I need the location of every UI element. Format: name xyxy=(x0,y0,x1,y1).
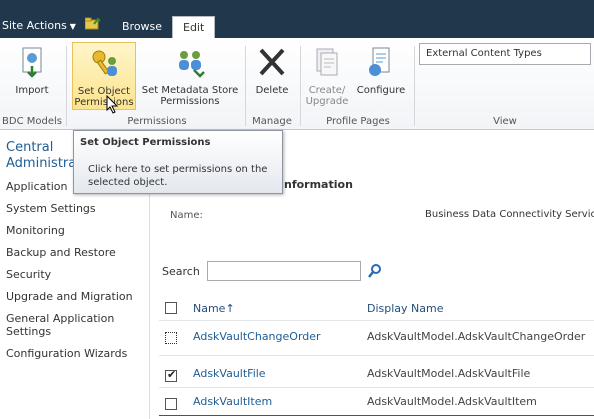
row-checkbox[interactable] xyxy=(165,398,177,410)
nav-item-backup-restore[interactable]: Backup and Restore xyxy=(6,246,116,259)
set-object-permissions-label-line1: Set Object xyxy=(77,86,131,97)
configure-label: Configure xyxy=(356,85,406,96)
row-divider xyxy=(159,320,594,321)
row-name-link[interactable]: AdskVaultItem xyxy=(193,395,272,408)
tooltip-body: Click here to set permissions on the sel… xyxy=(88,164,268,188)
group-label-profile-pages: Profile Pages xyxy=(326,116,390,127)
row-name-link[interactable]: AdskVaultChangeOrder xyxy=(193,330,321,343)
group-divider xyxy=(245,46,246,126)
nav-item-upgrade-migration[interactable]: Upgrade and Migration xyxy=(6,290,133,303)
import-label: Import xyxy=(15,85,49,96)
row-checkbox[interactable] xyxy=(165,368,177,382)
key-users-icon xyxy=(92,50,117,76)
site-actions-label: Site Actions xyxy=(2,19,67,32)
group-label-view: View xyxy=(493,116,517,127)
row-display-name: AdskVaultModel.AdskVaultChangeOrder xyxy=(367,330,586,343)
create-upgrade-button[interactable]: Create/ Upgrade xyxy=(304,42,350,110)
column-header-display-name[interactable]: Display Name xyxy=(367,302,444,315)
central-admin-line1: Central xyxy=(6,140,54,155)
nav-item-monitoring[interactable]: Monitoring xyxy=(6,224,65,237)
search-label: Search xyxy=(162,265,200,278)
search-icon[interactable] xyxy=(367,263,383,279)
chevron-down-icon: ▼ xyxy=(69,22,76,31)
top-bar: Site Actions ▼ Browse Edit xyxy=(0,0,594,38)
group-divider xyxy=(414,46,415,126)
sort-ascending-icon: ↑ xyxy=(225,302,235,315)
tab-edit[interactable]: Edit xyxy=(172,16,216,38)
nav-item-configuration-wizards[interactable]: Configuration Wizards xyxy=(6,347,127,360)
nav-item-system-settings[interactable]: System Settings xyxy=(6,202,96,215)
set-metadata-store-permissions-label-line2: Permissions xyxy=(160,96,220,107)
row-divider xyxy=(159,415,594,416)
create-upgrade-label-line1: Create/ xyxy=(308,85,346,96)
view-select-value: External Content Types xyxy=(426,48,542,59)
view-select[interactable]: External Content Types xyxy=(419,43,591,65)
row-divider xyxy=(159,355,594,356)
mouse-pointer-icon xyxy=(106,95,119,114)
users-store-icon xyxy=(179,51,205,78)
name-value: Business Data Connectivity Service xyxy=(425,209,594,220)
central-admin-line2: Administra xyxy=(6,156,77,171)
configure-button[interactable]: Configure xyxy=(352,42,410,110)
navigate-up-icon[interactable] xyxy=(85,16,101,30)
set-metadata-store-permissions-button[interactable]: Set Metadata Store Permissions xyxy=(140,42,240,110)
delete-button[interactable]: Delete xyxy=(250,42,294,110)
create-upgrade-icon xyxy=(316,48,338,76)
column-header-name-label: Name xyxy=(193,302,226,315)
name-label: Name: xyxy=(170,210,203,221)
row-display-name: AdskVaultModel.AdskVaultItem xyxy=(367,395,537,408)
group-divider xyxy=(66,46,67,126)
site-actions-menu[interactable]: Site Actions ▼ xyxy=(2,19,76,32)
tooltip-title: Set Object Permissions xyxy=(80,137,211,148)
row-divider xyxy=(159,387,594,388)
import-icon xyxy=(22,47,42,78)
group-label-bdc-models: BDC Models xyxy=(2,116,62,127)
set-object-permissions-button[interactable]: Set Object Permissions xyxy=(72,42,136,110)
delete-label: Delete xyxy=(255,85,289,96)
import-button[interactable]: Import xyxy=(8,42,56,110)
row-name-link[interactable]: AdskVaultFile xyxy=(193,367,266,380)
nav-item-security[interactable]: Security xyxy=(6,268,51,281)
configure-icon xyxy=(369,47,390,76)
nav-item-application[interactable]: Application xyxy=(6,180,67,193)
create-upgrade-label-line2: Upgrade xyxy=(305,96,349,107)
section-title: nformation xyxy=(284,178,353,191)
group-label-manage: Manage xyxy=(252,116,292,127)
group-label-permissions: Permissions xyxy=(127,116,187,127)
row-checkbox[interactable] xyxy=(165,332,177,344)
central-admin-link[interactable]: Central Administra xyxy=(6,140,76,172)
set-metadata-store-permissions-label-line1: Set Metadata Store xyxy=(141,85,239,96)
nav-item-general-application-settings[interactable]: General Application Settings xyxy=(6,312,146,338)
tab-browse[interactable]: Browse xyxy=(112,16,172,38)
set-object-permissions-label-line2: Permissions xyxy=(74,97,134,108)
delete-x-icon xyxy=(259,48,285,76)
group-divider xyxy=(300,46,301,126)
row-display-name: AdskVaultModel.AdskVaultFile xyxy=(367,367,531,380)
column-header-name[interactable]: Name↑ xyxy=(193,302,235,315)
tooltip: Set Object Permissions Click here to set… xyxy=(73,130,283,194)
search-input[interactable] xyxy=(207,261,361,281)
select-all-checkbox[interactable] xyxy=(165,302,177,314)
